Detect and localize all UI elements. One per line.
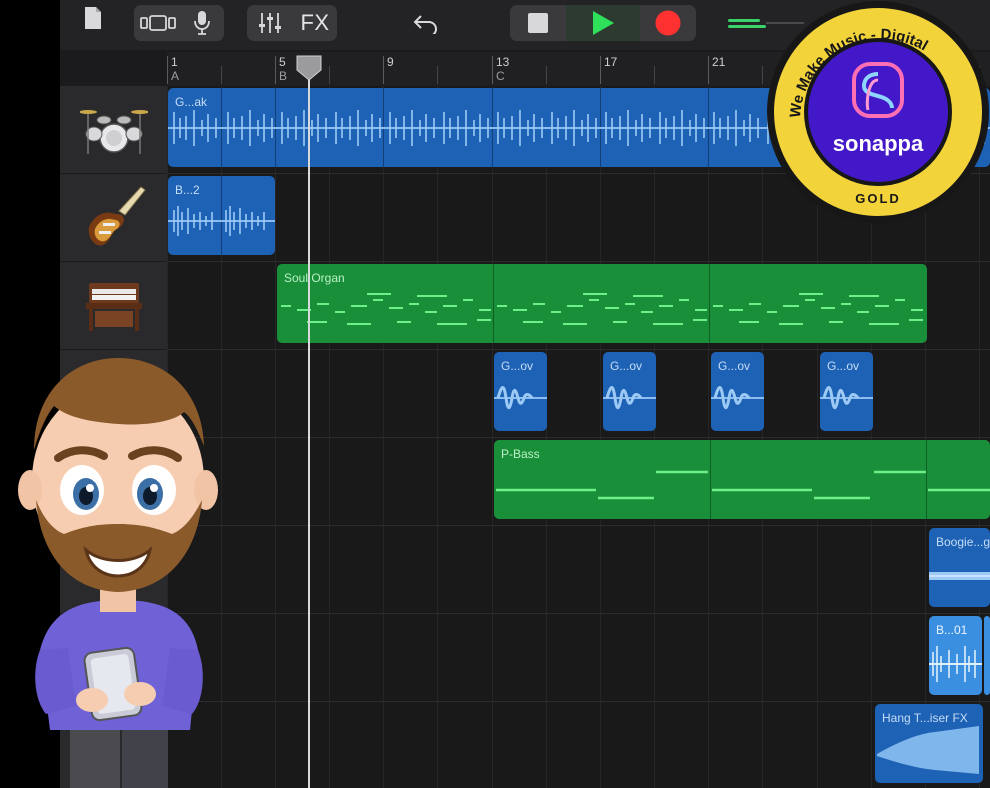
region-label: Hang T...iser FX [882, 711, 968, 725]
playhead-handle-icon[interactable] [295, 54, 323, 82]
organ-icon [85, 282, 142, 331]
region-g-ov-4[interactable]: G...ov [820, 352, 873, 431]
undo-icon [413, 15, 437, 34]
fx-label: FX [300, 10, 330, 35]
region-soul-organ[interactable]: Soul Organ [277, 264, 927, 343]
track-header-guitar[interactable] [60, 174, 167, 262]
region-label: G...ak [175, 95, 208, 109]
tracks-view-button[interactable] [136, 5, 180, 41]
region-label: B...2 [175, 183, 200, 197]
bar-number: 13 [496, 55, 510, 69]
region-label: G...ov [610, 359, 643, 373]
region-p-bass[interactable]: P-Bass [494, 440, 990, 519]
record-icon [655, 10, 681, 36]
section-marker: B [279, 69, 288, 83]
drum-kit-icon [79, 109, 148, 154]
region-g-ov-3[interactable]: G...ov [711, 352, 764, 431]
bar-number: 1 [171, 55, 178, 69]
badge-brand: sonappa [833, 131, 924, 156]
region-label: B...01 [936, 623, 968, 637]
cartoon-mascot-illustration [18, 358, 218, 788]
record-button[interactable] [645, 5, 691, 41]
bar-number: 5 [279, 55, 286, 69]
play-button[interactable] [566, 5, 640, 41]
bar-number: 17 [604, 55, 618, 69]
region-label: G...ov [718, 359, 751, 373]
section-marker: A [171, 69, 180, 83]
region-b-01-next[interactable] [984, 616, 990, 695]
region-g-ov-1[interactable]: G...ov [494, 352, 547, 431]
track-header-drums[interactable] [60, 86, 167, 174]
sonappa-gold-badge: We Make Music - Digital sonappa GOLD [767, 1, 989, 223]
region-label: Boogie...g [936, 535, 990, 549]
undo-button[interactable] [408, 5, 444, 41]
section-marker: C [496, 69, 505, 83]
stop-button[interactable] [515, 5, 561, 41]
region-b-01[interactable]: B...01 [929, 616, 982, 695]
fx-button[interactable]: FX [296, 5, 334, 41]
electric-guitar-icon [88, 185, 146, 246]
region-label: G...ov [827, 359, 860, 373]
document-button[interactable] [78, 0, 108, 36]
mixer-button[interactable] [250, 5, 290, 41]
document-icon [85, 7, 101, 29]
region-hang-riser-fx[interactable]: Hang T...iser FX [875, 704, 983, 783]
midi-notes [496, 470, 990, 500]
midi-notes [281, 293, 923, 325]
bar-number: 9 [387, 55, 394, 69]
region-label: G...ov [501, 359, 534, 373]
region-boogie[interactable]: Boogie...g [929, 528, 990, 607]
microphone-button[interactable] [184, 5, 220, 41]
badge-tier: GOLD [855, 191, 901, 206]
playhead[interactable] [308, 66, 310, 788]
region-label: Soul Organ [284, 271, 345, 285]
stop-icon [528, 13, 548, 33]
region-guitar[interactable]: B...2 [168, 176, 275, 255]
bar-number: 21 [712, 55, 726, 69]
region-label: P-Bass [501, 447, 540, 461]
play-icon [593, 11, 614, 35]
mixer-icon [259, 13, 281, 33]
tracks-view-icon [140, 15, 176, 31]
track-header-organ[interactable] [60, 262, 167, 350]
region-g-ov-2[interactable]: G...ov [603, 352, 656, 431]
microphone-icon [194, 11, 210, 35]
